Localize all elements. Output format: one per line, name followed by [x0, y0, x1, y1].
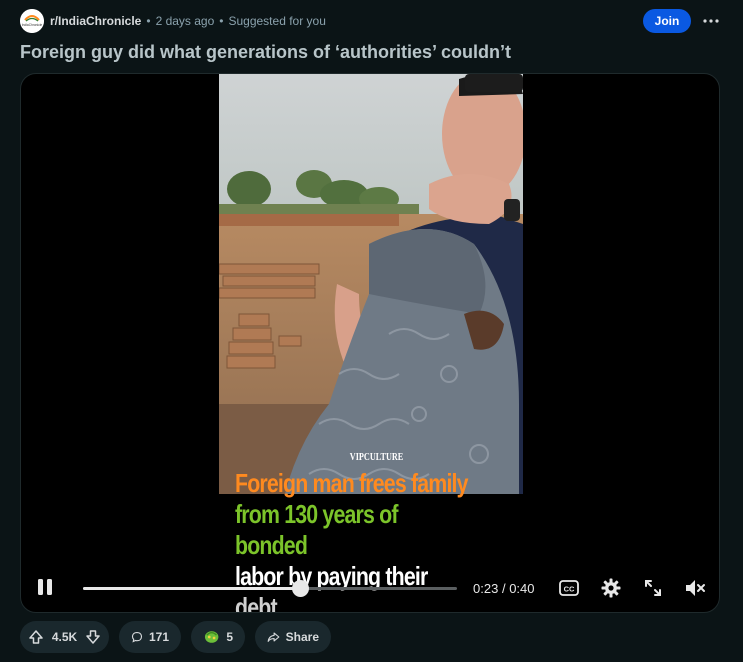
subreddit-avatar[interactable]: IndiaChronicle	[20, 9, 44, 33]
svg-text:CC: CC	[564, 585, 575, 594]
seek-progress	[83, 587, 300, 590]
suggestion-reason: Suggested for you	[228, 14, 326, 28]
volume-button[interactable]	[684, 577, 706, 599]
brand-watermark: VIPCULTURE	[349, 452, 404, 463]
more-options-button[interactable]	[699, 9, 723, 33]
vote-count: 4.5K	[51, 630, 78, 644]
captions-button[interactable]: CC	[558, 577, 580, 599]
fullscreen-button[interactable]	[642, 577, 664, 599]
video-player[interactable]: VIPCULTURE Foreign man frees family from…	[20, 73, 720, 613]
vote-control: 4.5K	[20, 621, 109, 653]
svg-text:IndiaChronicle: IndiaChronicle	[22, 23, 43, 27]
separator-dot: •	[146, 14, 151, 28]
gear-icon	[601, 578, 621, 598]
post-age: 2 days ago	[155, 14, 215, 28]
award-button[interactable]: 5	[191, 621, 245, 653]
subreddit-logo-icon: IndiaChronicle	[20, 9, 44, 33]
time-display: 0:23 / 0:40	[473, 581, 535, 596]
arrow-up-icon	[29, 630, 43, 644]
expand-icon	[645, 580, 661, 596]
share-label: Share	[285, 630, 319, 644]
downvote-button[interactable]	[83, 627, 103, 647]
post-action-bar: 4.5K 171 5 Share	[20, 621, 331, 653]
muted-speaker-icon	[686, 580, 705, 596]
closed-captions-icon: CC	[559, 580, 579, 596]
more-dots-icon	[703, 19, 719, 23]
post-header: IndiaChronicle r/IndiaChronicle • 2 days…	[0, 0, 743, 42]
join-button[interactable]: Join	[643, 9, 691, 33]
seek-thumb[interactable]	[292, 580, 309, 597]
upvote-button[interactable]	[26, 627, 46, 647]
pause-button[interactable]	[35, 577, 55, 597]
share-arrow-icon	[267, 632, 280, 642]
award-icon	[204, 631, 219, 643]
speech-bubble-icon	[131, 631, 143, 643]
subreddit-name[interactable]: r/IndiaChronicle	[50, 14, 141, 28]
comments-button[interactable]: 171	[119, 621, 181, 653]
time-separator: /	[501, 581, 506, 596]
duration: 0:40	[509, 581, 535, 596]
award-count: 5	[226, 630, 233, 644]
comment-count: 171	[148, 630, 169, 644]
caption-line: from 130 years of bonded	[235, 499, 398, 560]
pause-icon	[38, 579, 52, 595]
current-time: 0:23	[473, 581, 499, 596]
post-title[interactable]: Foreign guy did what generations of ‘aut…	[20, 42, 720, 68]
arrow-down-icon	[86, 630, 100, 644]
settings-button[interactable]	[600, 577, 622, 599]
separator-dot: •	[219, 14, 224, 28]
caption-line: Foreign man frees family	[235, 468, 469, 498]
seek-bar[interactable]	[83, 580, 457, 597]
post-meta: r/IndiaChronicle • 2 days ago • Suggeste…	[50, 14, 326, 28]
share-button[interactable]: Share	[255, 621, 331, 653]
video-controls: 0:23 / 0:40 CC	[21, 569, 719, 609]
